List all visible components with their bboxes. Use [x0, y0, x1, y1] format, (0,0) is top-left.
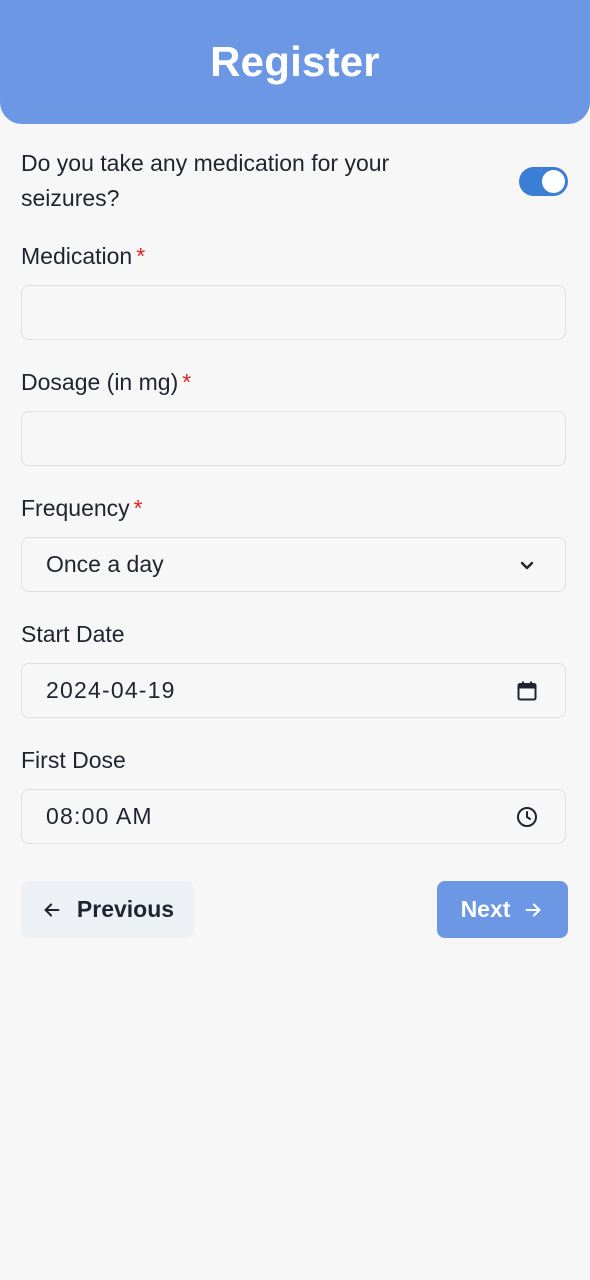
medication-toggle[interactable]	[519, 167, 568, 196]
medication-field[interactable]	[21, 285, 566, 340]
frequency-selected-value: Once a day	[46, 551, 164, 577]
first-dose-field[interactable]: 08:00 AM	[21, 789, 566, 844]
toggle-knob	[542, 170, 565, 193]
start-date-value: 2024-04-19	[46, 677, 176, 703]
previous-button-label: Previous	[76, 896, 175, 922]
next-button-label: Next	[460, 896, 511, 922]
first-dose-label: First Dose	[21, 747, 126, 774]
next-button[interactable]: Next	[437, 881, 568, 938]
required-mark: *	[133, 495, 143, 521]
start-date-field[interactable]: 2024-04-19	[21, 663, 566, 718]
frequency-select[interactable]: Once a day	[21, 537, 566, 592]
required-mark: *	[182, 369, 192, 395]
dosage-input[interactable]	[22, 412, 565, 465]
page-title: Register	[210, 38, 380, 85]
medication-question-text: Do you take any medication for your seiz…	[21, 150, 390, 211]
dosage-label-text: Dosage (in mg)	[21, 369, 179, 395]
chevron-down-icon[interactable]	[515, 553, 539, 577]
clock-icon[interactable]	[515, 805, 539, 829]
required-mark: *	[136, 243, 146, 269]
first-dose-value: 08:00 AM	[46, 803, 153, 829]
arrow-right-icon	[525, 902, 541, 917]
dosage-field[interactable]	[21, 411, 566, 466]
dosage-label: Dosage (in mg) *	[21, 369, 191, 396]
calendar-icon[interactable]	[515, 679, 539, 703]
medication-input[interactable]	[22, 286, 565, 339]
medication-label: Medication *	[21, 243, 145, 270]
first-dose-label-text: First Dose	[21, 747, 126, 773]
previous-button[interactable]: Previous	[21, 881, 194, 938]
frequency-label: Frequency *	[21, 495, 143, 522]
start-date-label: Start Date	[21, 621, 125, 648]
arrow-left-icon	[44, 902, 60, 917]
medication-label-text: Medication	[21, 243, 133, 269]
app-header: Register	[0, 0, 590, 124]
start-date-label-text: Start Date	[21, 621, 125, 647]
frequency-label-text: Frequency	[21, 495, 130, 521]
